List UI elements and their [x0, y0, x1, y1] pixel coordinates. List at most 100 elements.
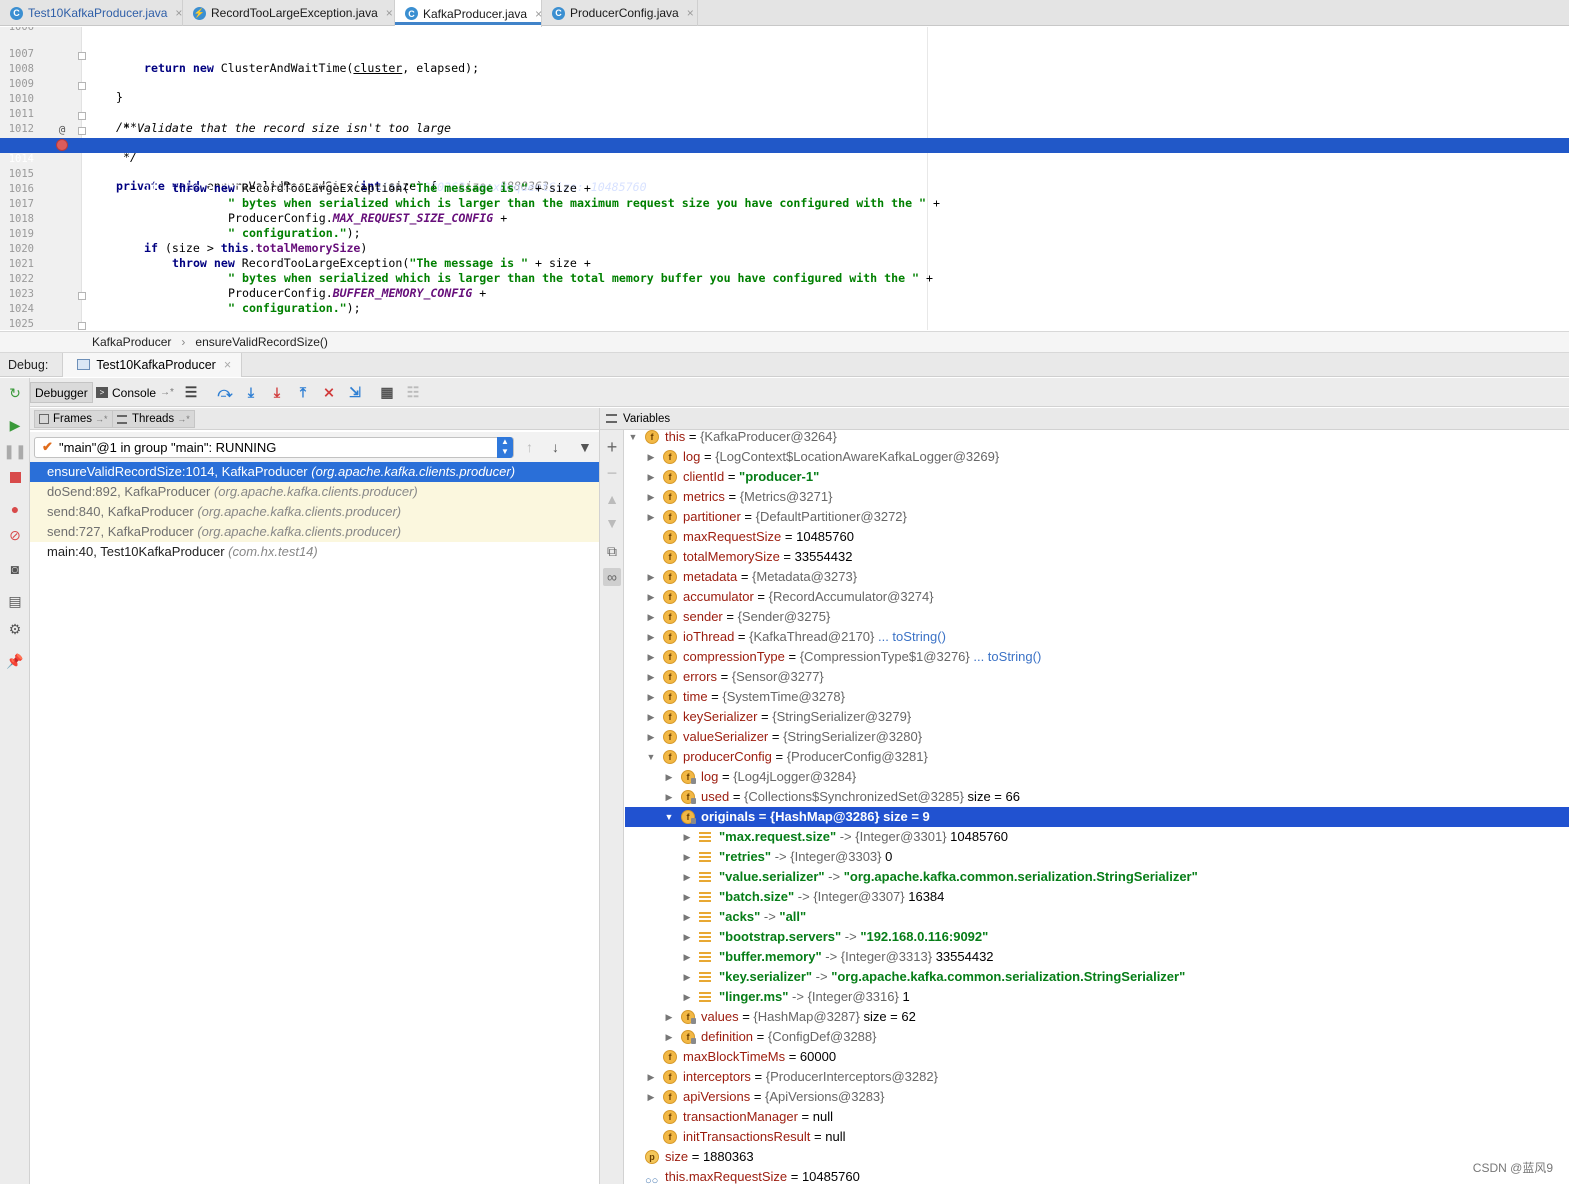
fold-marker-icon[interactable] — [78, 112, 86, 120]
variable-row[interactable]: ▼ f producerConfig = {ProducerConfig@3281} — [625, 747, 1569, 767]
expand-arrow-icon[interactable]: ▶ — [646, 727, 656, 747]
frame-item[interactable]: send:727, KafkaProducer (org.apache.kafk… — [30, 522, 599, 542]
resume-program-icon[interactable]: ▶ — [6, 416, 24, 434]
close-icon[interactable]: × — [175, 6, 182, 20]
code-editor[interactable]: 1006 1007 return new ClusterAndWaitTime(… — [0, 27, 1569, 330]
expand-arrow-icon[interactable]: ▶ — [646, 1067, 656, 1087]
expand-arrow-icon[interactable]: ▶ — [646, 627, 656, 647]
frame-item[interactable]: doSend:892, KafkaProducer (org.apache.ka… — [30, 482, 599, 502]
arrow-down-icon[interactable]: ↓ — [552, 439, 559, 455]
variable-row[interactable]: ▶ f apiVersions = {ApiVersions@3283} — [625, 1087, 1569, 1107]
map-entry-row[interactable]: ▶ "value.serializer" -> "org.apache.kafka… — [625, 867, 1569, 887]
variable-row[interactable]: ▶ f interceptors = {ProducerInterceptors@3… — [625, 1067, 1569, 1087]
variable-row[interactable]: ▶ f clientId = "producer-1" — [625, 467, 1569, 487]
fold-marker-icon[interactable] — [78, 322, 86, 330]
collapse-arrow-icon[interactable]: ▼ — [646, 747, 656, 767]
copy-icon[interactable]: ⧉ — [603, 542, 621, 560]
breadcrumb-item-method[interactable]: ensureValidRecordSize() — [195, 335, 328, 349]
drop-frame-icon[interactable]: ⨯ — [320, 383, 338, 401]
fold-marker-icon[interactable] — [78, 127, 86, 135]
expand-arrow-icon[interactable]: ▶ — [664, 767, 674, 787]
variable-row[interactable]: f transactionManager = null — [625, 1107, 1569, 1127]
expand-arrow-icon[interactable]: ▶ — [646, 707, 656, 727]
tab-kafkaproducer[interactable]: C KafkaProducer.java × — [395, 0, 542, 27]
expand-arrow-icon[interactable]: ▶ — [646, 567, 656, 587]
variable-row[interactable]: f maxBlockTimeMs = 60000 — [625, 1047, 1569, 1067]
variable-row[interactable]: ▶ f errors = {Sensor@3277} — [625, 667, 1569, 687]
variable-row[interactable]: ▶ f valueSerializer = {StringSerializer@32… — [625, 727, 1569, 747]
expand-arrow-icon[interactable]: ▶ — [646, 667, 656, 687]
pin-icon[interactable]: 📌 — [6, 652, 24, 670]
expand-arrow-icon[interactable]: ▶ — [646, 467, 656, 487]
tab-producerconfig[interactable]: C ProducerConfig.java × — [542, 0, 698, 26]
mute-breakpoints-icon[interactable]: ⊘ — [6, 526, 24, 544]
tab-frames[interactable]: Frames →* — [34, 410, 113, 428]
thread-select[interactable]: ✔ "main"@1 in group "main": RUNNING ▲ ▼ — [34, 437, 514, 458]
map-entry-row[interactable]: ▶ "acks" -> "all" — [625, 907, 1569, 927]
arrow-up-icon[interactable]: ↑ — [526, 439, 533, 455]
breakpoint-icon[interactable] — [56, 139, 68, 151]
variable-row[interactable]: ▶ f metadata = {Metadata@3273} — [625, 567, 1569, 587]
view-breakpoints-icon[interactable]: ● — [6, 500, 24, 518]
move-up-icon[interactable]: ▲ — [603, 490, 621, 508]
step-out-icon[interactable]: ⤒ — [294, 383, 312, 401]
variable-row[interactable]: ▶ f definition = {ConfigDef@3288} — [625, 1027, 1569, 1047]
remove-watch-icon[interactable]: − — [603, 464, 621, 482]
rerun-icon[interactable]: ↻ — [6, 384, 24, 402]
fold-marker-icon[interactable] — [78, 82, 86, 90]
watches-glasses-icon[interactable]: ∞ — [603, 568, 621, 586]
show-execution-point-icon[interactable]: ☰ — [182, 383, 200, 401]
variable-row[interactable]: ▼ f originals = {HashMap@3286} size = 9 — [625, 807, 1569, 827]
variable-row[interactable]: ▶ f compressionType = {CompressionType$1@3… — [625, 647, 1569, 667]
expand-arrow-icon[interactable]: ▶ — [646, 647, 656, 667]
expand-arrow-icon[interactable]: ▶ — [682, 907, 692, 927]
step-over-icon[interactable]: ⤼ — [216, 383, 234, 401]
move-down-icon[interactable]: ▼ — [603, 514, 621, 532]
variable-row[interactable]: ○○ this.maxRequestSize = 10485760 — [625, 1167, 1569, 1184]
variable-row[interactable]: f initTransactionsResult = null — [625, 1127, 1569, 1147]
frame-item[interactable]: ensureValidRecordSize:1014, KafkaProduce… — [30, 462, 599, 482]
gear-icon[interactable]: ⚙ — [6, 620, 24, 638]
expand-arrow-icon[interactable]: ▶ — [646, 587, 656, 607]
expand-arrow-icon[interactable]: ▶ — [646, 487, 656, 507]
tab-debugger[interactable]: Debugger — [30, 382, 93, 403]
expand-arrow-icon[interactable]: ▶ — [646, 687, 656, 707]
overrides-marker-icon[interactable]: @ — [55, 123, 69, 137]
expand-arrow-icon[interactable]: ▶ — [682, 927, 692, 947]
camera-icon[interactable]: ◙ — [6, 560, 24, 578]
expand-arrow-icon[interactable]: ▶ — [646, 447, 656, 467]
variable-row[interactable]: ▶ f log = {Log4jLogger@3284} — [625, 767, 1569, 787]
expand-arrow-icon[interactable]: ▶ — [646, 607, 656, 627]
dropdown-arrow-icon[interactable]: ▲ ▼ — [497, 437, 513, 458]
variable-row[interactable]: ▼ f this = {KafkaProducer@3264} — [625, 430, 1569, 447]
expand-arrow-icon[interactable]: ▶ — [664, 787, 674, 807]
evaluate-expression-icon[interactable]: ▦ — [378, 383, 396, 401]
map-entry-row[interactable]: ▶ "max.request.size" -> {Integer@3301} 10… — [625, 827, 1569, 847]
expand-arrow-icon[interactable]: ▶ — [682, 967, 692, 987]
expand-arrow-icon[interactable]: ▶ — [682, 887, 692, 907]
map-entry-row[interactable]: ▶ "linger.ms" -> {Integer@3316} 1 — [625, 987, 1569, 1007]
variable-row[interactable]: ▶ f sender = {Sender@3275} — [625, 607, 1569, 627]
collapse-arrow-icon[interactable]: ▼ — [628, 430, 638, 447]
variable-row[interactable]: ▶ f ioThread = {KafkaThread@2170} ... toSt… — [625, 627, 1569, 647]
frame-item[interactable]: send:840, KafkaProducer (org.apache.kafk… — [30, 502, 599, 522]
force-step-into-icon[interactable]: ⤓ — [268, 383, 286, 401]
variable-row[interactable]: ▶ f log = {LogContext$LocationAwareKafkaLo… — [625, 447, 1569, 467]
map-entry-row[interactable]: ▶ "buffer.memory" -> {Integer@3313} 33554… — [625, 947, 1569, 967]
tab-recordtoolargeexception[interactable]: ⚡ RecordTooLargeException.java × — [183, 0, 395, 26]
fold-marker-icon[interactable] — [78, 52, 86, 60]
variable-row[interactable]: ▶ f partitioner = {DefaultPartitioner@3272… — [625, 507, 1569, 527]
variable-row[interactable]: ▶ f accumulator = {RecordAccumulator@3274} — [625, 587, 1569, 607]
filter-icon[interactable]: ▼ — [578, 439, 592, 455]
variable-row[interactable]: ▶ f used = {Collections$SynchronizedSet@32… — [625, 787, 1569, 807]
pause-program-icon[interactable]: ❚❚ — [3, 442, 26, 460]
map-entry-row[interactable]: ▶ "key.serializer" -> "org.apache.kafka.c… — [625, 967, 1569, 987]
variable-row[interactable]: ▶ f metrics = {Metrics@3271} — [625, 487, 1569, 507]
variable-row[interactable]: p size = 1880363 — [625, 1147, 1569, 1167]
fold-marker-icon[interactable] — [78, 292, 86, 300]
map-entry-row[interactable]: ▶ "bootstrap.servers" -> "192.168.0.116:9… — [625, 927, 1569, 947]
expand-arrow-icon[interactable]: ▶ — [646, 1087, 656, 1107]
stop-icon[interactable] — [6, 468, 24, 486]
step-into-icon[interactable]: ⤓ — [242, 383, 260, 401]
map-entry-row[interactable]: ▶ "batch.size" -> {Integer@3307} 16384 — [625, 887, 1569, 907]
